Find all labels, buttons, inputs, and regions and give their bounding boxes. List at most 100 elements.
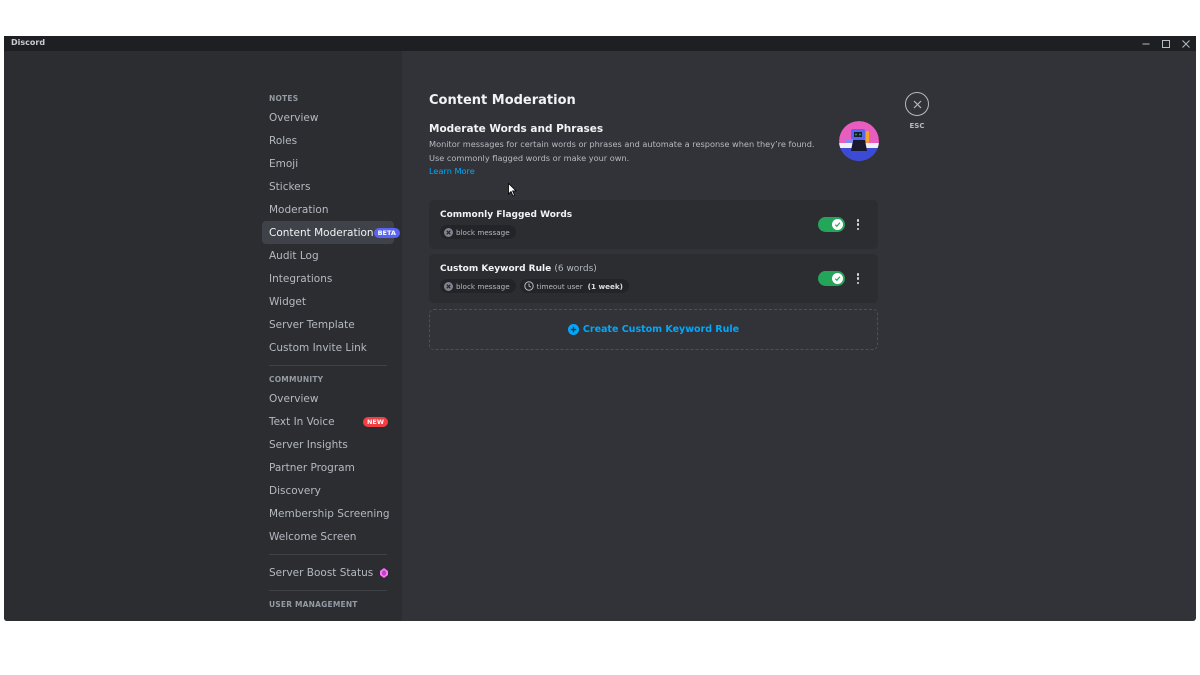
sidebar-item-community-overview[interactable]: Overview <box>262 387 394 410</box>
sidebar-item-label: Integrations <box>269 272 333 285</box>
section-title: Moderate Words and Phrases <box>429 123 604 135</box>
sidebar-item-label: Moderation <box>269 203 329 216</box>
automod-illustration <box>839 121 879 161</box>
sidebar-item-custom-invite-link[interactable]: Custom Invite Link <box>262 336 394 359</box>
close-icon <box>1182 39 1190 48</box>
rule-title-text: Commonly Flagged Words <box>440 210 573 220</box>
action-label: timeout user <box>536 281 583 291</box>
sidebar-item-label: Stickers <box>269 180 311 193</box>
maximize-icon <box>1162 39 1170 48</box>
kebab-dot <box>856 281 860 284</box>
sidebar-item-label: Audit Log <box>269 249 319 262</box>
sidebar-item-label: Welcome Screen <box>269 530 357 543</box>
sidebar-item-audit-log[interactable]: Audit Log <box>262 244 394 267</box>
maximize-button[interactable] <box>1156 36 1176 51</box>
sidebar-item-overview[interactable]: Overview <box>262 106 394 129</box>
sidebar-item-label: Discovery <box>269 484 321 497</box>
sidebar-item-server-boost-status[interactable]: Server Boost Status <box>262 561 394 584</box>
rule-enabled-toggle[interactable] <box>818 217 845 232</box>
toggle-knob <box>832 273 843 284</box>
rule-actions: block message timeout user (1 week) <box>440 279 629 293</box>
action-tag-block-message: block message <box>440 225 516 239</box>
block-icon <box>444 227 453 237</box>
sidebar-item-label: Text In Voice <box>269 415 335 428</box>
block-icon <box>444 281 453 291</box>
discord-window: Discord NOTES Overview Roles Emoji Stick… <box>4 36 1196 621</box>
close-icon <box>913 100 921 108</box>
mouse-cursor-icon <box>508 183 517 197</box>
rule-more-options-button[interactable] <box>853 271 863 286</box>
action-tag-timeout-user: timeout user (1 week) <box>519 279 629 293</box>
rule-actions: block message <box>440 225 516 239</box>
sidebar-item-label: Membership Screening <box>269 507 390 520</box>
close-settings-button[interactable] <box>905 92 929 116</box>
page-title: Content Moderation <box>429 93 576 108</box>
sidebar-item-label: Partner Program <box>269 461 355 474</box>
sidebar-item-integrations[interactable]: Integrations <box>262 267 394 290</box>
create-button-label: Create Custom Keyword Rule <box>582 324 740 335</box>
rule-card-custom-keyword-rule[interactable]: Custom Keyword Rule (6 words) block mess… <box>429 254 878 303</box>
rule-title: Commonly Flagged Words <box>440 210 572 220</box>
close-window-button[interactable] <box>1176 36 1196 51</box>
esc-label: ESC <box>909 122 925 130</box>
sidebar-nav: NOTES Overview Roles Emoji Stickers Mode… <box>262 91 400 612</box>
action-label: block message <box>456 281 510 291</box>
sidebar-item-label: Overview <box>269 111 319 124</box>
app-title: Discord <box>11 38 46 47</box>
sidebar-item-label: Content Moderation <box>269 226 374 239</box>
sidebar-item-label: Roles <box>269 134 298 147</box>
sidebar-item-label: Widget <box>269 295 306 308</box>
clock-icon <box>523 281 534 291</box>
kebab-dot <box>856 277 860 280</box>
action-tag-block-message: block message <box>440 279 516 293</box>
rule-title: Custom Keyword Rule (6 words) <box>440 264 597 274</box>
sidebar-item-discovery[interactable]: Discovery <box>262 479 394 502</box>
content-area: Content Moderation Moderate Words and Ph… <box>402 51 1196 621</box>
toggle-knob <box>832 219 843 230</box>
section-description: Monitor messages for certain words or ph… <box>429 139 815 163</box>
rule-word-count: (6 words) <box>554 264 597 274</box>
sidebar-item-label: Emoji <box>269 157 299 170</box>
sidebar-item-label: Custom Invite Link <box>269 341 367 354</box>
title-bar: Discord <box>4 36 1196 51</box>
sidebar-item-partner-program[interactable]: Partner Program <box>262 456 394 479</box>
sidebar-item-widget[interactable]: Widget <box>262 290 394 313</box>
section-header-community: COMMUNITY <box>269 375 324 384</box>
window-controls <box>1136 36 1196 51</box>
action-detail: (1 week) <box>587 281 623 291</box>
learn-more-link[interactable]: Learn More <box>429 166 475 176</box>
sidebar-item-roles[interactable]: Roles <box>262 129 394 152</box>
settings-sidebar: NOTES Overview Roles Emoji Stickers Mode… <box>4 51 402 621</box>
robot-illustration-icon <box>839 121 879 161</box>
minimize-button[interactable] <box>1136 36 1156 51</box>
sidebar-item-membership-screening[interactable]: Membership Screening <box>262 502 394 525</box>
beta-badge: BETA <box>373 227 400 238</box>
check-icon <box>834 222 841 228</box>
sidebar-item-label: Server Insights <box>269 438 348 451</box>
section-header-notes: NOTES <box>269 94 299 103</box>
minimize-icon <box>1142 43 1150 44</box>
plus-circle-icon <box>567 324 579 335</box>
section-header-user-management: USER MANAGEMENT <box>269 600 358 609</box>
kebab-dot <box>856 227 860 230</box>
sidebar-item-stickers[interactable]: Stickers <box>262 175 394 198</box>
sidebar-item-server-insights[interactable]: Server Insights <box>262 433 394 456</box>
sidebar-item-label: Server Template <box>269 318 355 331</box>
esc-close-control: ESC <box>904 92 930 130</box>
sidebar-item-welcome-screen[interactable]: Welcome Screen <box>262 525 394 548</box>
sidebar-divider <box>269 365 387 366</box>
sidebar-item-label: Server Boost Status <box>269 566 374 579</box>
boost-gem-icon <box>380 567 388 578</box>
rule-card-commonly-flagged-words[interactable]: Commonly Flagged Words block message <box>429 200 878 249</box>
sidebar-item-label: Overview <box>269 392 319 405</box>
create-custom-keyword-rule-button[interactable]: Create Custom Keyword Rule <box>429 309 878 350</box>
sidebar-item-text-in-voice[interactable]: Text In Voice NEW <box>262 410 394 433</box>
rule-title-text: Custom Keyword Rule <box>440 264 552 274</box>
sidebar-item-moderation[interactable]: Moderation <box>262 198 394 221</box>
kebab-dot <box>856 219 860 222</box>
rule-more-options-button[interactable] <box>853 217 863 232</box>
sidebar-item-emoji[interactable]: Emoji <box>262 152 394 175</box>
sidebar-item-content-moderation[interactable]: Content Moderation BETA <box>262 221 400 244</box>
sidebar-item-server-template[interactable]: Server Template <box>262 313 394 336</box>
rule-enabled-toggle[interactable] <box>818 271 845 286</box>
